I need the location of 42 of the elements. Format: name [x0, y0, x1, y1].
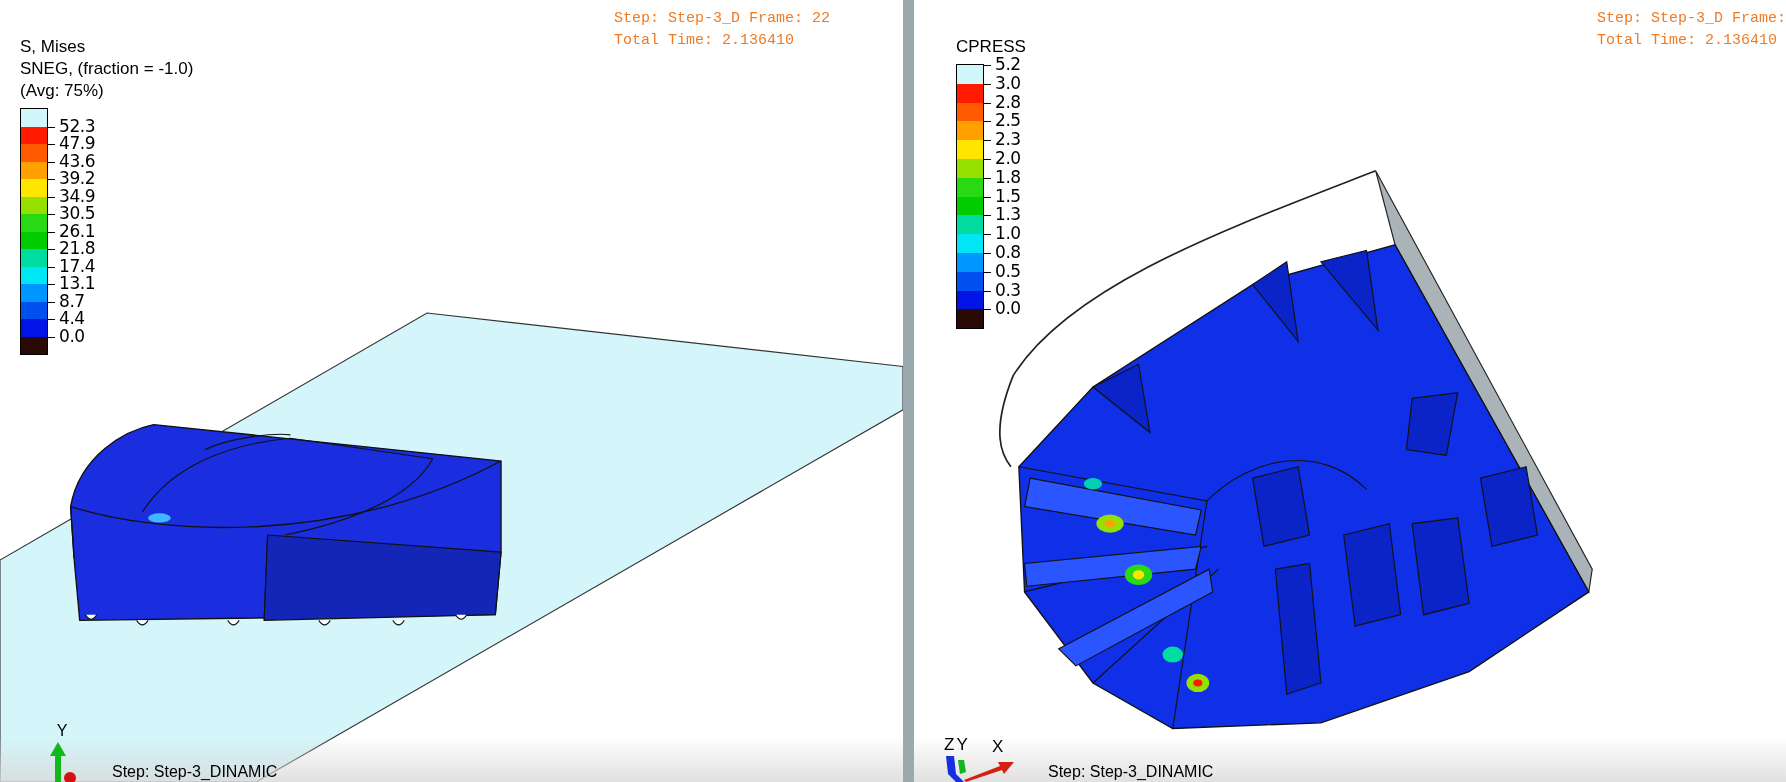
legend-value: 13.1: [59, 274, 96, 293]
legend-value: 2.5: [995, 111, 1021, 131]
axis-label: Z: [944, 736, 955, 754]
legend-value: 26.1: [59, 221, 96, 241]
axis-triad-icon: [944, 754, 1014, 782]
step-label: Step: Step-3_DINAMIC: [1048, 763, 1214, 781]
legend-value: 0.3: [995, 280, 1021, 300]
legend-value: 52.3: [59, 116, 96, 136]
legend-value: 2.8: [995, 92, 1021, 112]
legend-value: 21.8: [59, 239, 96, 258]
legend-value: 34.9: [59, 186, 96, 206]
legend-value: 0.0: [995, 299, 1021, 319]
legend-value: 43.6: [59, 151, 96, 171]
axis-label: Y: [56, 722, 68, 740]
legend-title: CPRESS: [956, 36, 1026, 57]
legend-value: 5.2: [995, 55, 1021, 74]
legend-value: 1.8: [995, 167, 1021, 187]
legend-value: 47.9: [59, 134, 96, 153]
legend-value: 30.5: [59, 204, 96, 223]
legend-value: 0.8: [995, 242, 1021, 262]
legend-value: 0.5: [995, 261, 1021, 281]
frame-info-text: Step: Step-3_D Frame: 22: [614, 9, 831, 29]
step-label: Step: Step-3_DINAMIC: [112, 763, 278, 781]
frame-info-text: Total Time: 2.136410: [1596, 31, 1778, 51]
legend-value: 1.5: [995, 186, 1021, 206]
legend-value: 1.3: [995, 205, 1021, 225]
legend-value: 8.7: [59, 291, 85, 311]
legend-value: 0.0: [59, 326, 85, 346]
legend-value: 17.4: [59, 256, 96, 276]
axis-label: Y: [956, 736, 968, 754]
legend-title: S, Mises: [20, 36, 87, 58]
legend-value: 2.0: [995, 149, 1021, 168]
axis-label: X: [992, 738, 1004, 756]
frame-info-text: Total Time: 2.136410: [614, 31, 796, 51]
legend-value: 4.4: [59, 309, 85, 328]
legend-value: 39.2: [59, 169, 96, 188]
legend-value: 2.3: [995, 130, 1021, 150]
legend-title: SNEG, (fraction = -1.0): [20, 58, 194, 80]
legend-value: 1.0: [995, 224, 1021, 244]
legend-title: (Avg: 75%): [20, 80, 105, 102]
frame-info-text: Step: Step-3_D Frame:: [1596, 9, 1786, 29]
legend-value: 3.0: [995, 73, 1021, 93]
